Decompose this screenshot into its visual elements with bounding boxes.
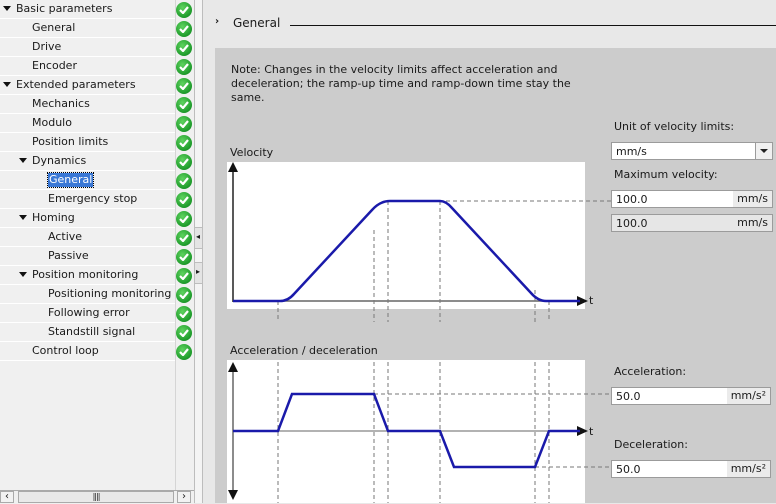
- motion-diagrams: [228, 162, 612, 503]
- max-velocity-readonly-unit: mm/s: [733, 215, 772, 231]
- dropdown-arrow-icon[interactable]: [755, 143, 772, 159]
- max-velocity-readonly: 100.0 mm/s: [611, 214, 773, 232]
- deceleration-unit: mm/s²: [726, 461, 770, 477]
- deceleration-value: 50.0: [616, 463, 641, 476]
- accel-y-arrow-up-icon: [228, 362, 238, 372]
- max-velocity-label: Maximum velocity:: [614, 168, 718, 181]
- velocity-y-arrow-icon: [228, 162, 238, 172]
- max-velocity-input[interactable]: 100.0 mm/s: [611, 190, 773, 208]
- acceleration-label: Acceleration:: [614, 365, 687, 378]
- accel-t-label: t: [589, 425, 594, 438]
- unit-select[interactable]: mm/s: [611, 142, 773, 160]
- accel-y-arrow-down-icon: [228, 490, 238, 500]
- max-velocity-readonly-value: 100.0: [616, 217, 648, 230]
- acceleration-input[interactable]: 50.0 mm/s²: [611, 387, 771, 405]
- max-velocity-unit: mm/s: [733, 191, 772, 207]
- max-velocity-value: 100.0: [616, 193, 648, 206]
- deceleration-input[interactable]: 50.0 mm/s²: [611, 460, 771, 478]
- velocity-t-label: t: [589, 294, 594, 307]
- acceleration-unit: mm/s²: [726, 388, 770, 404]
- unit-select-value: mm/s: [616, 145, 647, 158]
- unit-label: Unit of velocity limits:: [614, 120, 735, 133]
- deceleration-label: Deceleration:: [614, 438, 688, 451]
- velocity-profile-line: [233, 199, 580, 303]
- acceleration-value: 50.0: [616, 390, 641, 403]
